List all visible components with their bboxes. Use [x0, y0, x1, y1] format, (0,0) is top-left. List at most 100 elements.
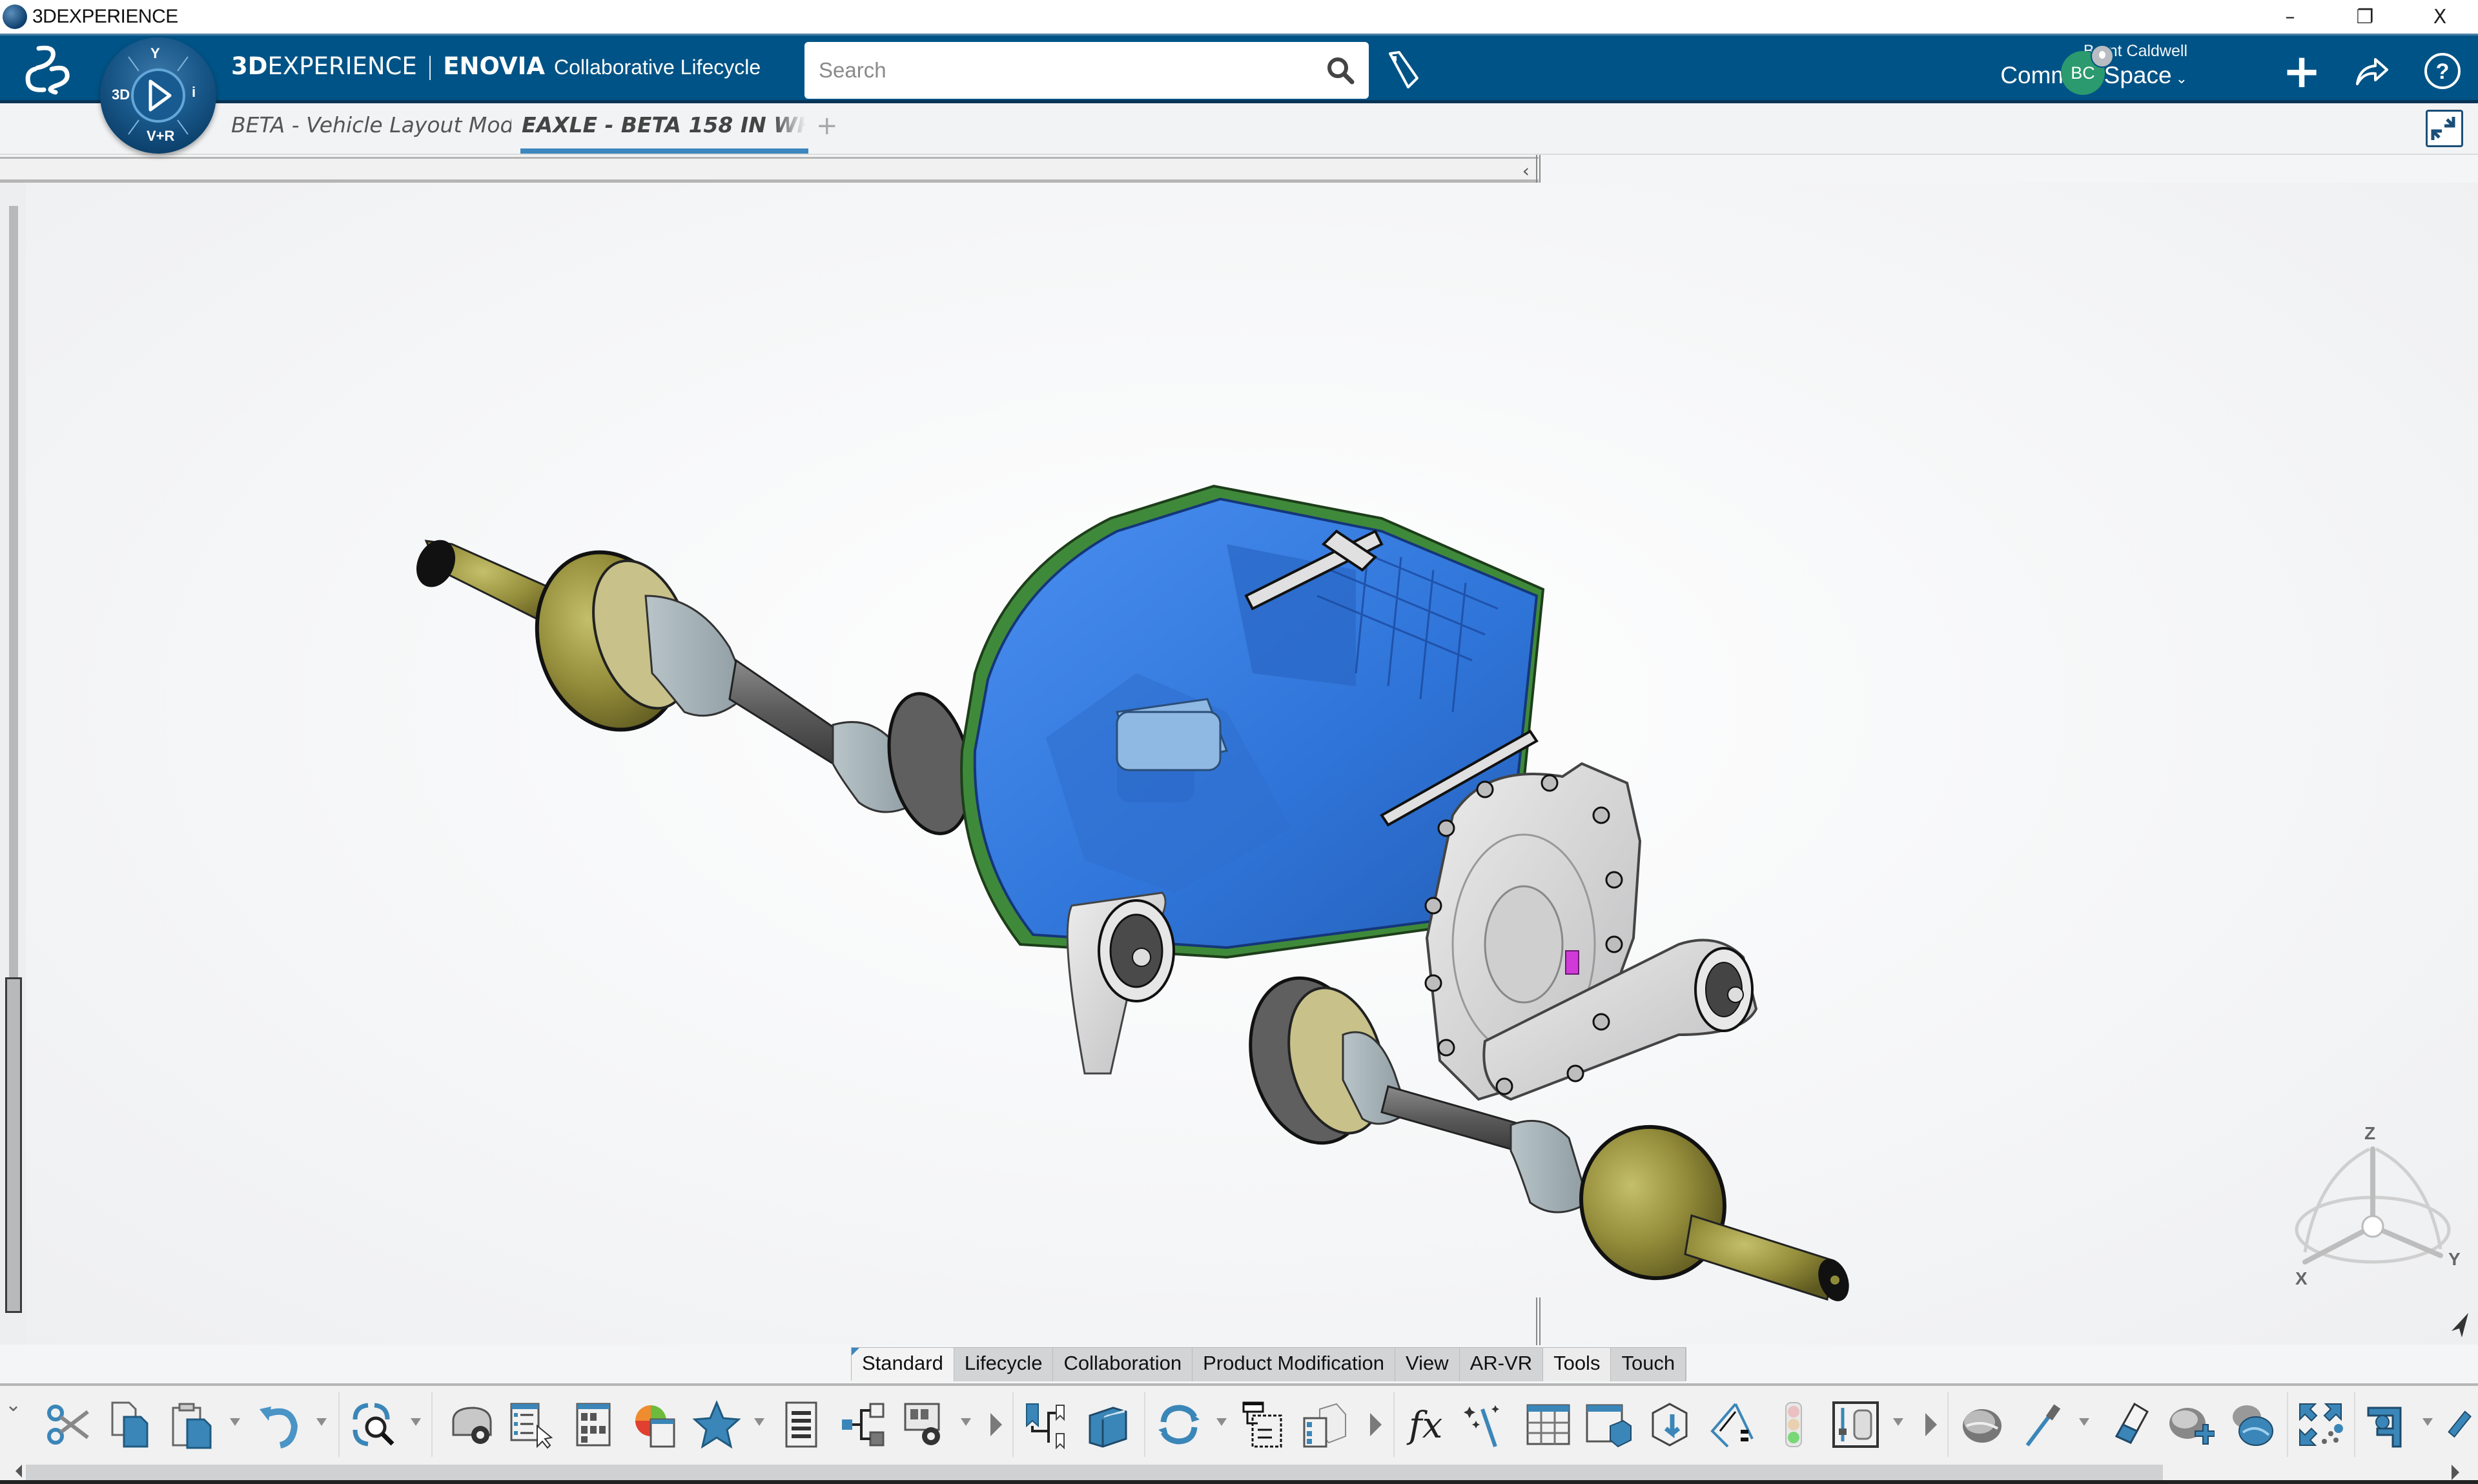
toolbar-separator	[2354, 1392, 2355, 1457]
tab-view[interactable]: View	[1395, 1348, 1460, 1381]
add-button[interactable]: +	[2279, 48, 2324, 94]
bom-list-button[interactable]	[775, 1398, 829, 1452]
undo-dropdown[interactable]	[316, 1418, 327, 1426]
bookmark-tree-button[interactable]	[1020, 1398, 1074, 1452]
filter-structure-button[interactable]	[1236, 1398, 1290, 1452]
slider-panel-button[interactable]	[1828, 1398, 1883, 1452]
compass-widget[interactable]: Y 3D i V+R	[100, 37, 216, 154]
scroll-left-arrow-icon[interactable]	[15, 1465, 22, 1478]
left-driveshaft[interactable]	[409, 533, 983, 841]
table-button[interactable]	[1521, 1398, 1575, 1452]
undo-button[interactable]	[252, 1398, 306, 1452]
tab-standard[interactable]: Standard	[852, 1348, 954, 1381]
magic-wand-icon	[1464, 1405, 1499, 1447]
formula-icon: fx	[1406, 1405, 1442, 1447]
select-list-button[interactable]	[505, 1398, 559, 1452]
explode-button[interactable]	[2293, 1398, 2348, 1452]
search-icon[interactable]	[1326, 56, 1355, 85]
tree-structure-button[interactable]	[837, 1398, 891, 1452]
action-bar-scroll-track[interactable]	[26, 1465, 2163, 1481]
tab-ar-vr[interactable]: AR-VR	[1459, 1348, 1544, 1381]
books-button[interactable]	[1082, 1398, 1136, 1452]
tab-product-modification[interactable]: Product Modification	[1193, 1348, 1395, 1381]
viewport-splitter[interactable]	[1536, 1297, 1541, 1345]
tab-eaxle[interactable]: EAXLE - BETA 158 IN WHEELBASE	[522, 112, 806, 137]
more-tools-arrow-3[interactable]	[1925, 1413, 1937, 1436]
measure-dimension-button[interactable]	[1705, 1398, 1759, 1452]
eyedropper-button[interactable]	[2016, 1398, 2070, 1452]
minimize-button[interactable]: –	[2255, 0, 2326, 34]
engineering-settings-button[interactable]	[445, 1398, 500, 1452]
compass-social-label[interactable]: Y	[150, 45, 160, 62]
refresh-button[interactable]	[1152, 1398, 1206, 1452]
favorites-button[interactable]	[690, 1398, 744, 1452]
import-3d-button[interactable]	[1644, 1398, 1698, 1452]
slider-dropdown[interactable]	[1893, 1418, 1903, 1426]
share-button[interactable]	[2349, 48, 2394, 94]
avatar[interactable]: BC	[2061, 45, 2114, 95]
cut-button[interactable]	[41, 1398, 96, 1452]
more-tools-arrow-2[interactable]	[1370, 1413, 1382, 1436]
close-button[interactable]: X	[2404, 0, 2475, 34]
add-tab-button[interactable]: +	[816, 111, 838, 141]
dassault-logo-icon[interactable]	[19, 43, 77, 95]
tab-lifecycle[interactable]: Lifecycle	[954, 1348, 1054, 1381]
axis-y-label: Y	[2448, 1249, 2461, 1269]
layout-grid-button[interactable]	[567, 1398, 621, 1452]
compass-3d-label[interactable]: 3D	[112, 86, 130, 103]
search-dropdown[interactable]	[411, 1418, 421, 1426]
add-material-button[interactable]	[2163, 1398, 2217, 1452]
configuration-settings-button[interactable]	[899, 1398, 953, 1452]
bom-list-icon	[785, 1401, 817, 1448]
refresh-dropdown[interactable]	[1216, 1418, 1227, 1426]
formula-button[interactable]: fx	[1401, 1398, 1455, 1452]
tag-icon[interactable]	[1385, 50, 1424, 91]
search-in-tree-button[interactable]	[346, 1398, 400, 1452]
material-button[interactable]	[1955, 1398, 2009, 1452]
motor-cover[interactable]	[1424, 762, 1758, 1101]
copy-button[interactable]	[103, 1398, 158, 1452]
help-button[interactable]: ?	[2420, 48, 2465, 94]
copy-icon	[111, 1401, 148, 1448]
tab-touch[interactable]: Touch	[1611, 1348, 1686, 1381]
attributes-3d-button[interactable]	[1298, 1398, 1352, 1452]
tab-collaboration[interactable]: Collaboration	[1053, 1348, 1193, 1381]
favorites-dropdown[interactable]	[754, 1418, 764, 1426]
clamp-dropdown[interactable]	[2422, 1418, 2433, 1426]
scrollbar-thumb[interactable]	[5, 977, 22, 1313]
action-bar-collapse-chevron-icon[interactable]: ⌄	[5, 1394, 21, 1416]
books-icon	[1089, 1407, 1127, 1448]
eraser-button[interactable]	[2102, 1398, 2156, 1452]
exit-fullscreen-button[interactable]	[2426, 110, 2463, 147]
scrollbar-track[interactable]	[9, 206, 18, 977]
search-box[interactable]	[804, 42, 1369, 99]
select-list-icon	[510, 1403, 553, 1449]
clamp-button[interactable]	[2360, 1398, 2415, 1452]
scroll-right-arrow-icon[interactable]	[2452, 1465, 2459, 1480]
status-pie-button[interactable]	[629, 1398, 683, 1452]
replace-material-icon	[2233, 1405, 2273, 1446]
viewport-vertical-scrollbar[interactable]	[0, 183, 26, 1345]
tab-tools[interactable]: Tools	[1543, 1348, 1612, 1381]
expand-panel-chevron-icon[interactable]: ‹	[1522, 160, 1530, 181]
maturity-status-button[interactable]	[1766, 1398, 1821, 1452]
table-3d-button[interactable]	[1582, 1398, 1636, 1452]
more-tools-arrow[interactable]	[990, 1413, 1002, 1436]
configuration-dropdown[interactable]	[961, 1418, 971, 1426]
3d-viewport[interactable]: Z X Y	[0, 183, 2478, 1345]
paste-button[interactable]	[165, 1398, 220, 1452]
bookmark-tree-icon	[1026, 1403, 1065, 1449]
paste-dropdown[interactable]	[230, 1418, 240, 1426]
magic-wand-button[interactable]	[1458, 1398, 1512, 1452]
brand-experience: EXPERIENCE	[267, 52, 417, 80]
restore-button[interactable]: ❐	[2330, 0, 2401, 34]
compass-info-label[interactable]: i	[192, 84, 196, 101]
ruler-button[interactable]	[2447, 1398, 2478, 1452]
compass-vr-label[interactable]: V+R	[147, 128, 174, 145]
eyedropper-dropdown[interactable]	[2079, 1418, 2089, 1426]
axis-compass-widget[interactable]: Z X Y	[2279, 1123, 2466, 1291]
eaxle-3d-model[interactable]	[0, 183, 2478, 1345]
tab-vehicle-layout[interactable]: BETA - Vehicle Layout Model	[231, 112, 511, 137]
replace-material-button[interactable]	[2225, 1398, 2279, 1452]
search-input[interactable]	[819, 42, 1322, 99]
